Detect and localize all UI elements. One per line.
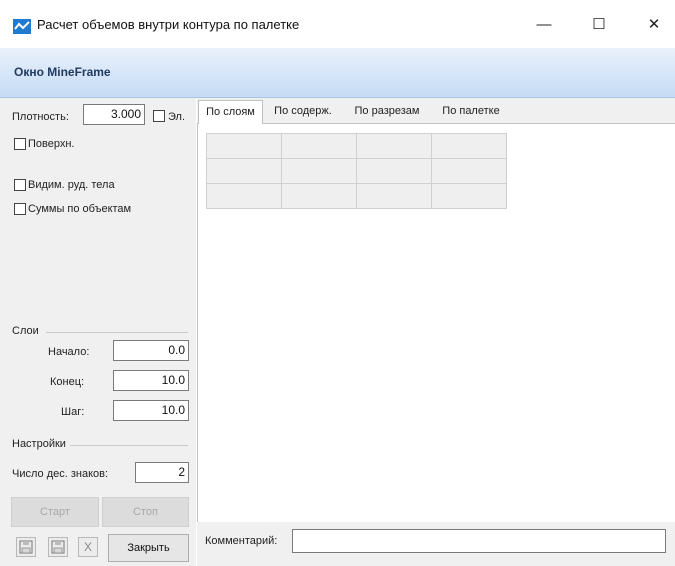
grid-cell[interactable] [281, 133, 357, 159]
end-label: Конец: [50, 376, 85, 388]
excel-icon[interactable]: X [78, 537, 98, 557]
visible-ore-label: Видим. руд. тела [28, 179, 115, 191]
grid-cell[interactable] [206, 133, 282, 159]
start-input[interactable]: 0.0 [113, 340, 189, 361]
tab-by-layers[interactable]: По слоям [198, 100, 263, 124]
el-checkbox[interactable] [153, 110, 165, 122]
header-title: Окно MineFrame [14, 65, 111, 79]
maximize-icon[interactable]: ☐ [579, 12, 619, 38]
close-icon[interactable]: ✕ [634, 12, 674, 38]
minimize-icon[interactable]: — [524, 12, 564, 38]
grid-cell[interactable] [431, 183, 507, 209]
tab-by-palette[interactable]: По палетке [432, 100, 510, 124]
results-grid [206, 133, 507, 209]
start-label: Начало: [48, 346, 90, 358]
grid-cell[interactable] [281, 183, 357, 209]
decimals-input[interactable]: 2 [135, 462, 189, 483]
close-button[interactable]: Закрыть [108, 534, 189, 562]
app-icon [13, 19, 31, 34]
layers-group-line [46, 332, 188, 333]
visible-ore-checkbox[interactable] [14, 179, 26, 191]
comment-label: Комментарий: [205, 535, 278, 547]
grid-cell[interactable] [356, 133, 432, 159]
grid-cell[interactable] [281, 158, 357, 184]
layers-group-label: Слои [12, 325, 39, 337]
density-label: Плотность: [12, 111, 69, 123]
grid-cell[interactable] [206, 158, 282, 184]
el-label: Эл. [168, 111, 186, 123]
density-input[interactable]: 3.000 [83, 104, 145, 125]
step-label: Шаг: [61, 406, 85, 418]
step-input[interactable]: 10.0 [113, 400, 189, 421]
sums-label: Суммы по объектам [28, 203, 132, 215]
grid-cell[interactable] [206, 183, 282, 209]
end-input[interactable]: 10.0 [113, 370, 189, 391]
window-title: Расчет объемов внутри контура по палетке [37, 17, 300, 32]
grid-cell[interactable] [431, 133, 507, 159]
settings-group-label: Настройки [12, 438, 66, 450]
start-button[interactable]: Старт [11, 497, 99, 527]
grid-cell[interactable] [356, 183, 432, 209]
tab-by-content[interactable]: По содерж. [265, 100, 341, 124]
settings-group-line [70, 445, 188, 446]
grid-cell[interactable] [356, 158, 432, 184]
save-icon[interactable] [16, 537, 36, 557]
comment-input[interactable] [292, 529, 666, 553]
save-as-icon[interactable] [48, 537, 68, 557]
tab-by-sections[interactable]: По разрезам [344, 100, 430, 124]
grid-cell[interactable] [431, 158, 507, 184]
surface-checkbox[interactable] [14, 138, 26, 150]
surface-label: Поверхн. [28, 138, 75, 150]
stop-button[interactable]: Стоп [102, 497, 189, 527]
sums-checkbox[interactable] [14, 203, 26, 215]
decimals-label: Число дес. знаков: [12, 468, 109, 480]
